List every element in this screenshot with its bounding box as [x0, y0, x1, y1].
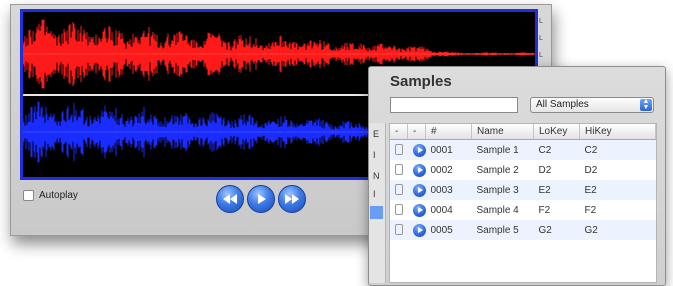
play-sample-cell[interactable]: [408, 200, 426, 220]
sample-name: Sample 5: [471, 220, 534, 240]
autoplay-label: Autoplay: [39, 190, 78, 201]
file-icon-cell: [390, 139, 408, 160]
play-sample-icon[interactable]: [412, 203, 426, 217]
fast-forward-icon: [285, 194, 299, 204]
play-icon: [258, 194, 266, 204]
side-mark: L: [539, 35, 543, 42]
sample-name: Sample 4: [476, 204, 519, 216]
column-header-hikey[interactable]: HiKey: [579, 124, 656, 140]
autoplay-option[interactable]: Autoplay: [23, 190, 78, 201]
file-icon-cell: [390, 180, 408, 200]
file-icon-cell: [390, 160, 408, 180]
play-sample-cell[interactable]: [407, 139, 426, 160]
sample-lokey: F2: [538, 204, 551, 216]
transport-controls: [216, 185, 306, 213]
table-row[interactable]: 0002 Sample 2 D2 D2: [390, 160, 656, 180]
file-icon: [395, 164, 403, 176]
sample-name: Sample 3: [471, 180, 534, 200]
strip-selection: [370, 206, 383, 219]
side-marks: L L L: [539, 13, 549, 64]
samples-title: Samples: [390, 73, 452, 90]
sample-number: 0004: [430, 204, 453, 216]
table-row[interactable]: 0004 Sample 4 F2 F2: [390, 200, 656, 220]
side-mark: L: [539, 52, 543, 59]
file-icon: [395, 184, 403, 196]
table-header-row: - - # Name LoKey HiKey: [390, 124, 656, 140]
strip-letter: N: [373, 171, 380, 181]
fast-forward-button[interactable]: [278, 185, 306, 213]
play-sample-icon[interactable]: [412, 183, 426, 197]
play-sample-cell[interactable]: [408, 160, 426, 180]
column-header-minus-1[interactable]: -: [390, 124, 408, 140]
rewind-button[interactable]: [216, 185, 244, 213]
sample-hikey: G2: [579, 220, 656, 240]
strip-letter: I: [373, 189, 376, 199]
sample-number: 0005: [425, 220, 472, 240]
sample-name: Sample 1: [471, 139, 534, 160]
play-sample-cell[interactable]: [407, 220, 426, 240]
sample-hikey: C2: [579, 139, 656, 160]
strip-letter: I: [373, 150, 376, 160]
sample-name: Sample 2: [476, 164, 519, 176]
sample-hikey: F2: [584, 204, 597, 216]
file-icon-cell: [390, 200, 408, 220]
sample-lokey: D2: [538, 164, 552, 176]
hidden-column-strip: E I N I: [369, 123, 386, 283]
table-row[interactable]: 0003 Sample 3 E2 E2: [390, 180, 656, 200]
file-icon-cell: [390, 220, 408, 240]
autoplay-checkbox[interactable]: [23, 190, 34, 201]
sample-lokey: G2: [533, 220, 580, 240]
table-row[interactable]: 0005 Sample 5 G2 G2: [390, 220, 656, 240]
file-icon: [395, 204, 403, 216]
sample-hikey: E2: [579, 180, 656, 200]
samples-filter-select[interactable]: All Samples ▲ ▼: [530, 97, 654, 113]
column-header-number[interactable]: #: [425, 124, 472, 140]
updown-arrows-icon: ▲ ▼: [640, 98, 652, 111]
strip-letter: E: [373, 129, 380, 139]
file-icon: [395, 144, 403, 156]
play-button[interactable]: [247, 185, 275, 213]
samples-window: Samples All Samples ▲ ▼ E I N I - - # Nam…: [368, 66, 666, 286]
filter-selected-value: All Samples: [536, 99, 589, 110]
play-sample-cell[interactable]: [407, 180, 426, 200]
table-row[interactable]: 0001 Sample 1 C2 C2: [390, 139, 656, 160]
column-header-name[interactable]: Name: [471, 124, 534, 140]
samples-table: - - # Name LoKey HiKey 0001 Sample 1 C2 C2 0…: [389, 123, 657, 283]
sample-lokey: E2: [533, 180, 580, 200]
rewind-icon: [223, 194, 237, 204]
play-sample-icon[interactable]: [412, 143, 426, 157]
play-sample-icon[interactable]: [412, 163, 426, 177]
sample-number: 0002: [430, 164, 453, 176]
play-sample-icon[interactable]: [412, 223, 426, 237]
sample-lokey: C2: [533, 139, 580, 160]
column-header-minus-2[interactable]: -: [407, 124, 426, 140]
samples-search-input[interactable]: [390, 97, 518, 113]
column-header-lokey[interactable]: LoKey: [533, 124, 580, 140]
sample-hikey: D2: [584, 164, 598, 176]
side-mark: L: [539, 18, 543, 25]
sample-number: 0001: [425, 139, 472, 160]
file-icon: [395, 224, 403, 236]
sample-number: 0003: [425, 180, 472, 200]
